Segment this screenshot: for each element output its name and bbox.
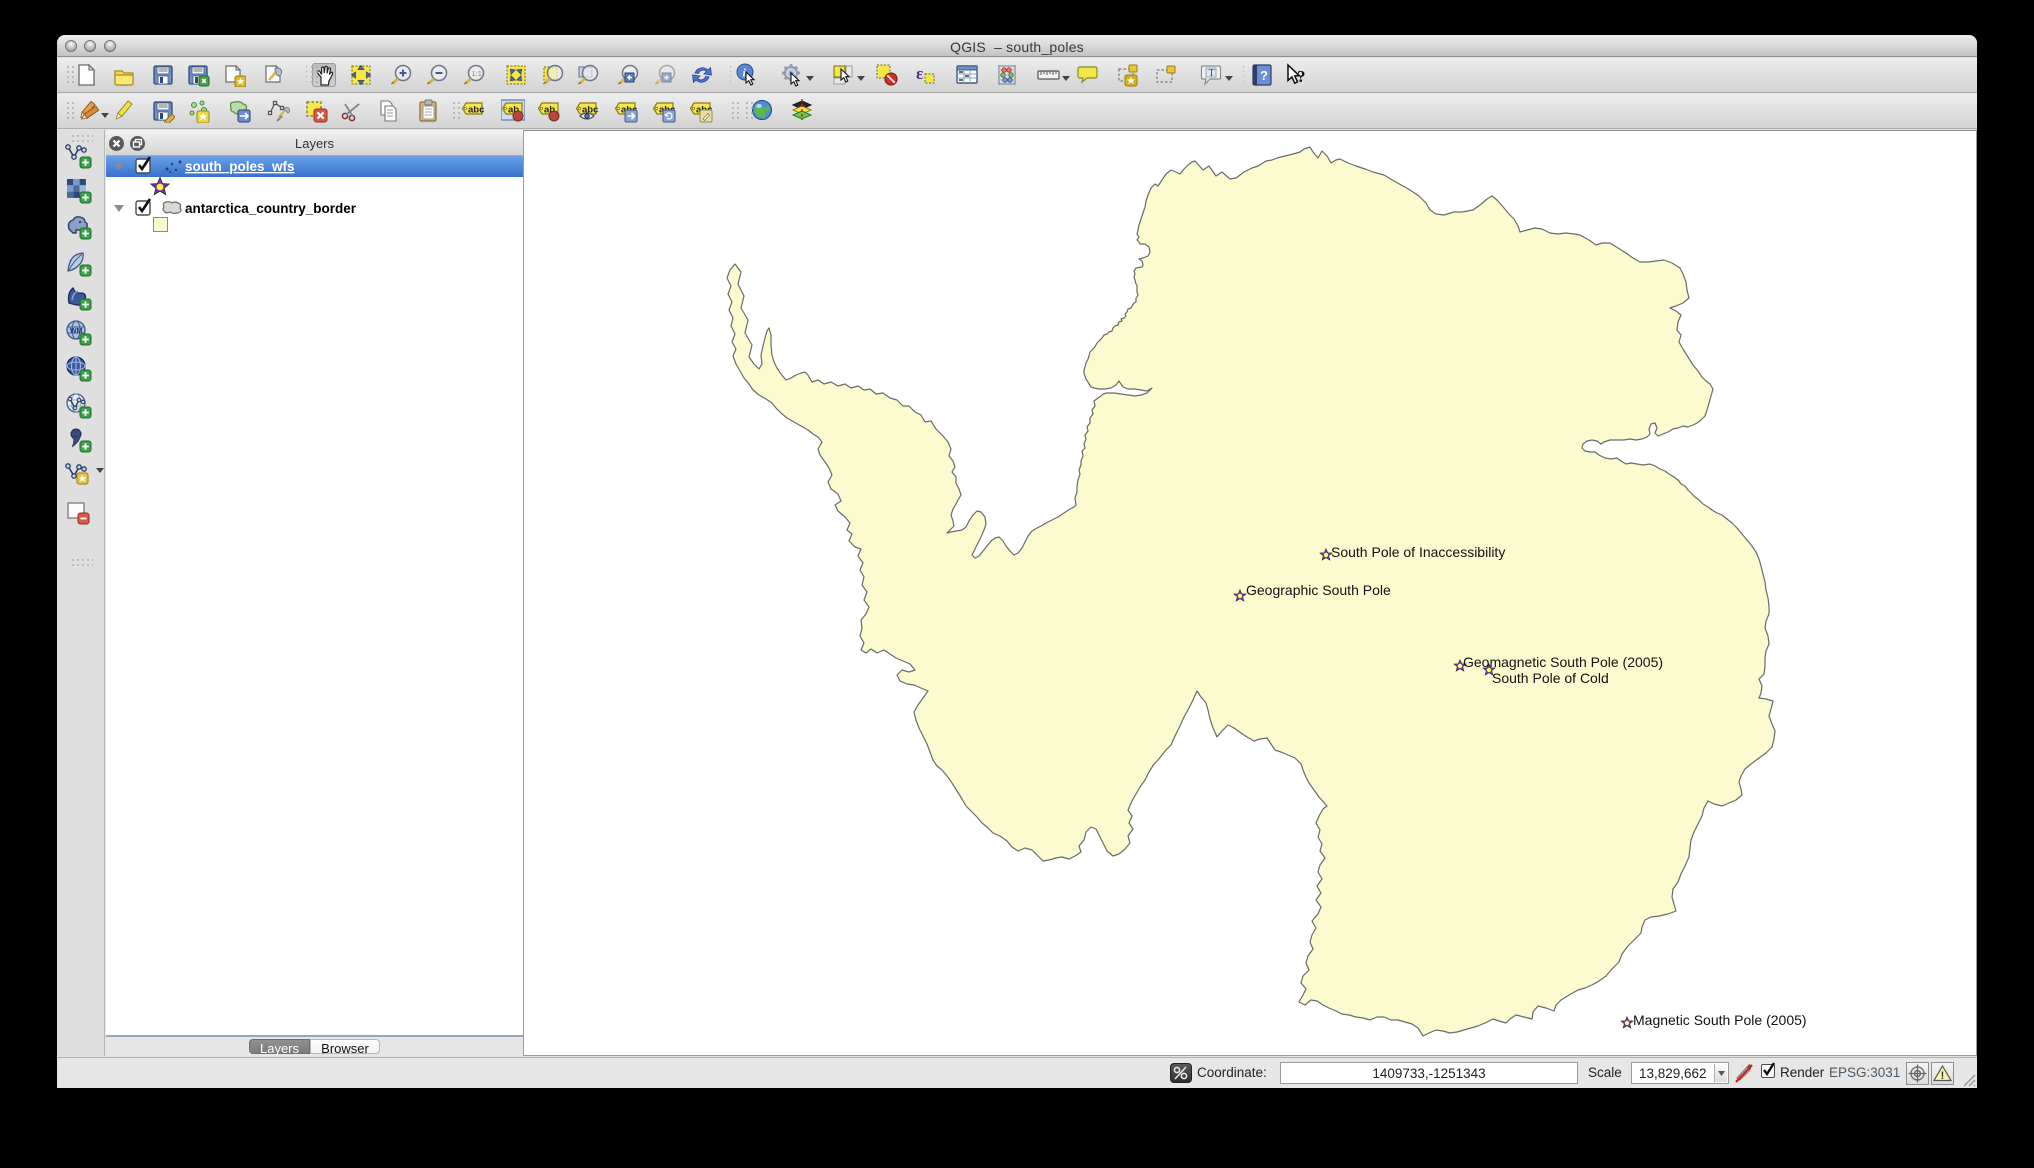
- svg-text:1:1: 1:1: [472, 69, 482, 78]
- svg-text:Geomagnetic South Pole (2005): Geomagnetic South Pole (2005): [1463, 654, 1663, 670]
- svg-text:T: T: [1209, 68, 1215, 79]
- svg-text:?: ?: [1260, 68, 1268, 83]
- svg-text:South Pole of Cold: South Pole of Cold: [1492, 670, 1609, 686]
- svg-text:?: ?: [1297, 67, 1306, 86]
- svg-text:!: !: [1941, 1070, 1945, 1082]
- svg-text:South Pole of Inaccessibility: South Pole of Inaccessibility: [1331, 544, 1505, 560]
- svg-text:ε: ε: [916, 64, 923, 83]
- svg-text:antarctica_country_border: antarctica_country_border: [185, 201, 357, 216]
- svg-text:Magnetic South Pole (2005): Magnetic South Pole (2005): [1633, 1012, 1807, 1028]
- svg-text:abc: abc: [468, 105, 484, 116]
- svg-text:south_poles_wfs: south_poles_wfs: [185, 159, 295, 174]
- svg-text:Geographic South Pole: Geographic South Pole: [1246, 582, 1391, 598]
